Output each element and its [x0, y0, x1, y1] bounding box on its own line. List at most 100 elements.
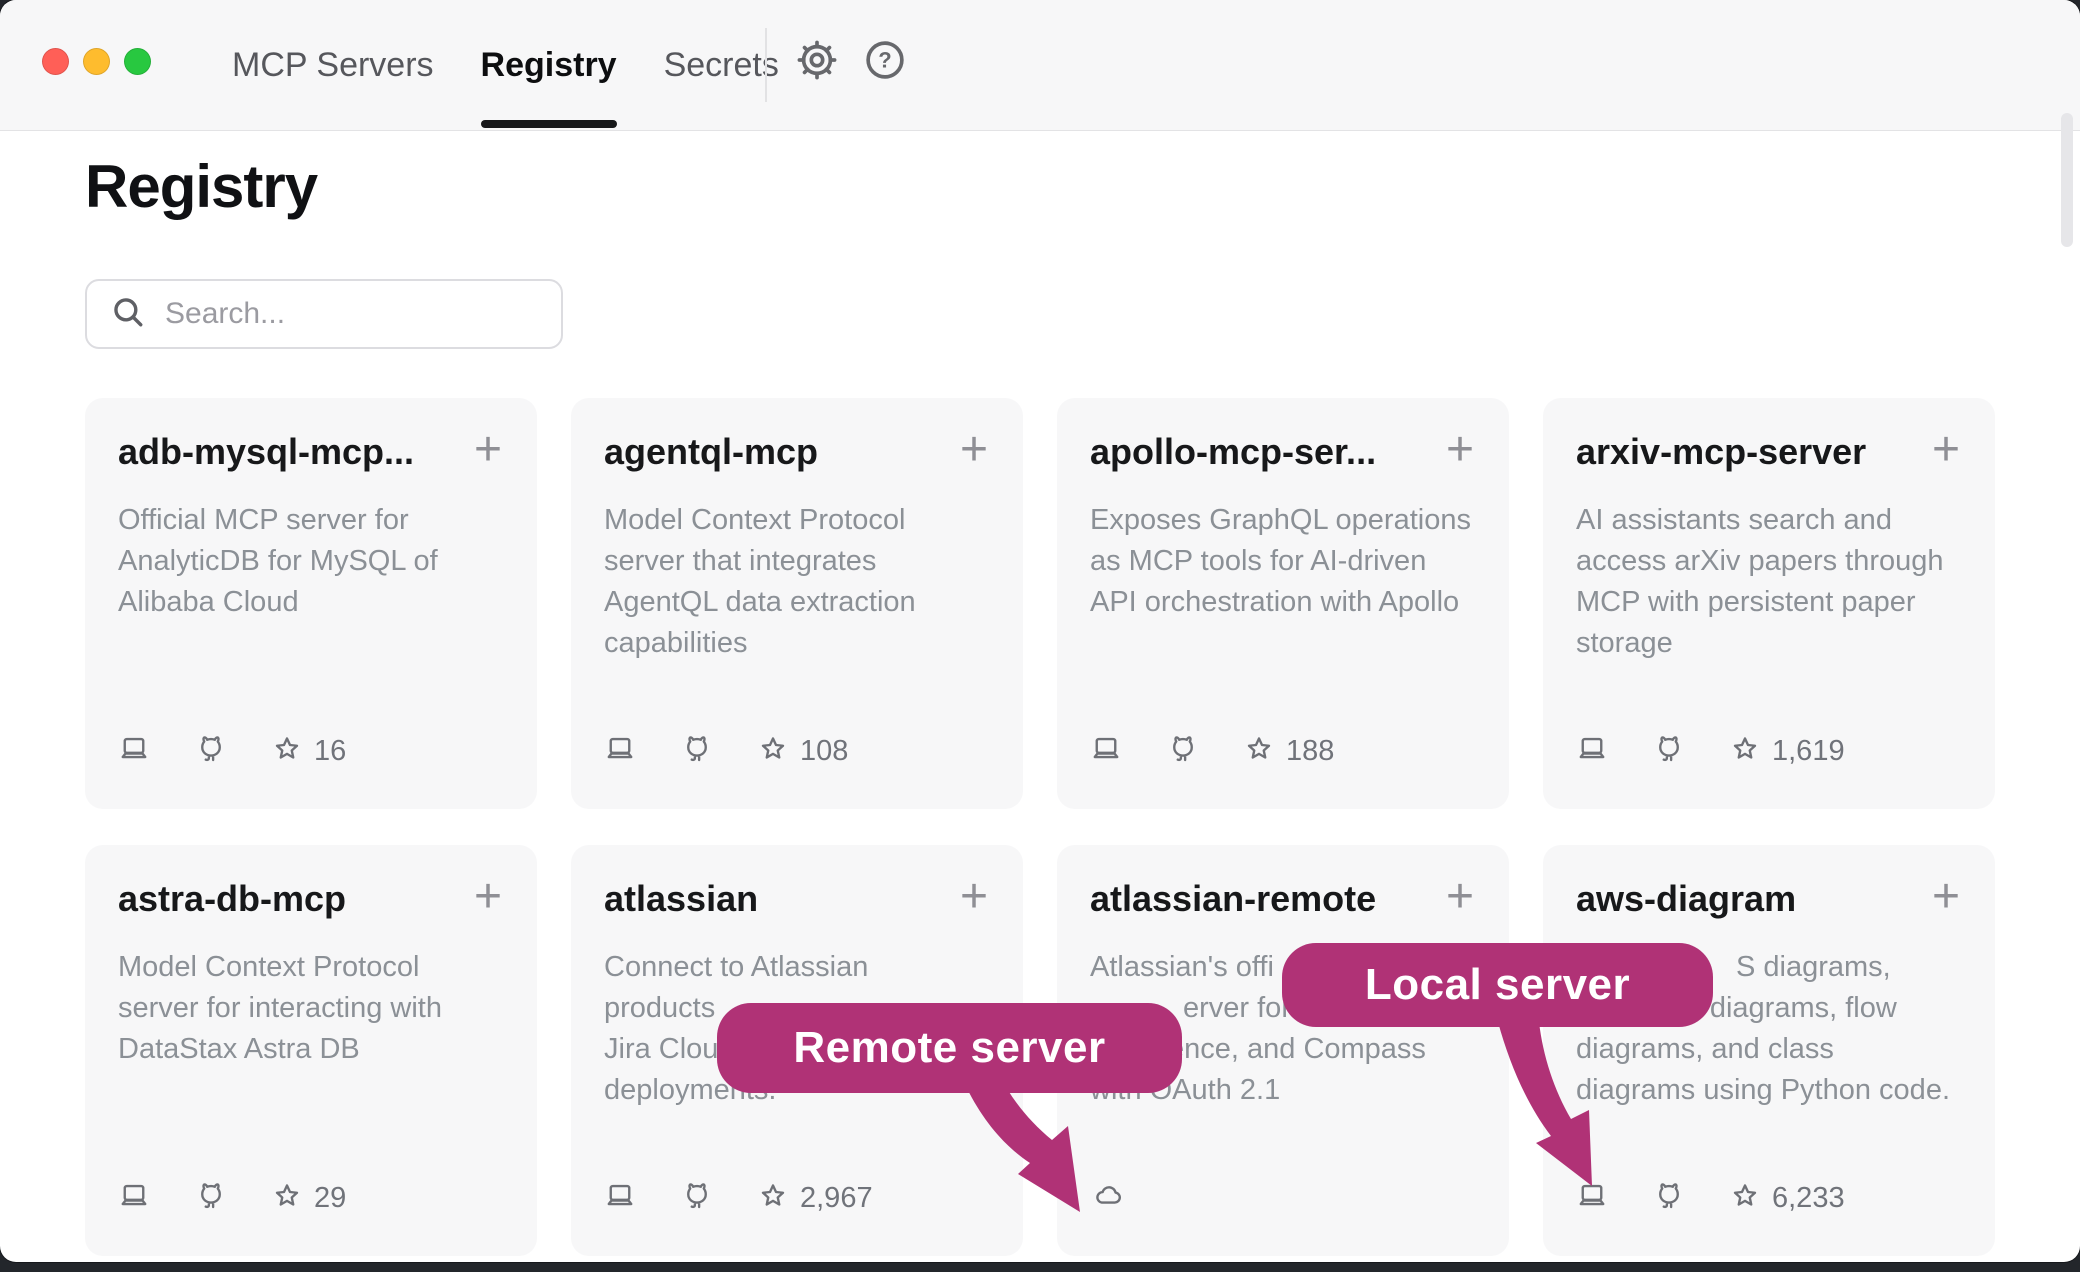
cloud-icon	[1090, 1181, 1126, 1216]
server-description: Exposes GraphQL operations as MCP tools …	[1090, 500, 1476, 623]
laptop-icon	[604, 734, 636, 769]
description-line: AgentQL data extraction	[604, 582, 990, 623]
description-line: Model Context Protocol	[604, 500, 990, 541]
add-server-button[interactable]: +	[1930, 875, 1962, 919]
description-line: server that integrates	[604, 541, 990, 582]
add-server-button[interactable]: +	[1930, 428, 1962, 472]
title-bar: MCP Servers Registry Secrets	[0, 0, 2080, 131]
server-card-footer: 2,967	[604, 1182, 990, 1214]
zoom-button[interactable]	[124, 48, 151, 75]
server-card-footer: 188	[1090, 735, 1476, 767]
github-icon	[682, 734, 712, 769]
star-count: 1,619	[1772, 735, 1845, 768]
server-description: AI assistants search and access arXiv pa…	[1576, 500, 1962, 664]
server-card-atlassian-remote[interactable]: atlassian-remote + Atlassian's offi erve…	[1057, 845, 1509, 1256]
laptop-icon	[1576, 734, 1608, 769]
server-name: atlassian-remote	[1090, 873, 1376, 925]
description-line: AI assistants search and	[1576, 500, 1962, 541]
server-card-astra-db-mcp[interactable]: astra-db-mcp + Model Context Protocol se…	[85, 845, 537, 1256]
server-name: adb-mysql-mcp...	[118, 426, 414, 478]
description-line: Jira Clou	[604, 1029, 990, 1070]
server-card-adb-mysql-mcp[interactable]: adb-mysql-mcp... + Official MCP server f…	[85, 398, 537, 809]
github-icon	[1654, 1181, 1684, 1216]
laptop-icon	[118, 734, 150, 769]
minimize-button[interactable]	[83, 48, 110, 75]
description-line: Official MCP server for	[118, 500, 504, 541]
server-card-atlassian[interactable]: atlassian + Connect to Atlassian product…	[571, 845, 1023, 1256]
star-icon	[1244, 734, 1274, 769]
star-icon	[1730, 734, 1760, 769]
laptop-icon	[604, 1181, 636, 1216]
search-input[interactable]	[165, 297, 551, 331]
description-line: with OAuth 2.1	[1090, 1070, 1476, 1111]
star-icon	[758, 734, 788, 769]
tab-secrets[interactable]: Secrets	[664, 0, 779, 131]
add-server-button[interactable]: +	[1444, 875, 1476, 919]
description-line: sequence diagrams, flow	[1576, 988, 1962, 1029]
star-count: 2,967	[800, 1182, 873, 1215]
add-server-button[interactable]: +	[958, 428, 990, 472]
star-count: 29	[314, 1182, 346, 1215]
github-icon	[196, 734, 226, 769]
server-card-apollo-mcp-server[interactable]: apollo-mcp-ser... + Exposes GraphQL oper…	[1057, 398, 1509, 809]
close-button[interactable]	[42, 48, 69, 75]
star-count: 188	[1286, 735, 1334, 768]
description-line: S diagrams,	[1736, 947, 1962, 988]
server-card-footer: 108	[604, 735, 990, 767]
description-line: products	[604, 988, 990, 1029]
add-server-button[interactable]: +	[472, 428, 504, 472]
settings-button[interactable]	[793, 37, 841, 85]
description-line: Model Context Protocol	[118, 947, 504, 988]
server-description: Official MCP server for AnalyticDB for M…	[118, 500, 504, 623]
add-server-button[interactable]: +	[1444, 428, 1476, 472]
search-icon	[111, 295, 145, 334]
description-line: ence, and Compass	[1168, 1029, 1476, 1070]
page-title: Registry	[85, 152, 317, 221]
svg-text:?: ?	[878, 47, 891, 72]
description-line: diagrams, and class	[1576, 1029, 1962, 1070]
server-card-footer	[1090, 1182, 1476, 1214]
server-card-footer: 1,619	[1576, 735, 1962, 767]
star-count: 108	[800, 735, 848, 768]
tab-bar: MCP Servers Registry Secrets	[232, 0, 779, 131]
description-line: API orchestration with Apollo	[1090, 582, 1476, 623]
description-line: as MCP tools for AI-driven	[1090, 541, 1476, 582]
tab-mcp-servers[interactable]: MCP Servers	[232, 0, 434, 131]
github-icon	[1168, 734, 1198, 769]
server-name: aws-diagram	[1576, 873, 1796, 925]
server-description: Connect to Atlassian products Jira Clou …	[604, 947, 990, 1111]
description-line: capabilities	[604, 623, 990, 664]
tab-registry[interactable]: Registry	[481, 0, 617, 131]
server-card-footer: 6,233	[1576, 1182, 1962, 1214]
server-name: agentql-mcp	[604, 426, 818, 478]
server-name: arxiv-mcp-server	[1576, 426, 1866, 478]
description-line: Exposes GraphQL operations	[1090, 500, 1476, 541]
server-card-arxiv-mcp-server[interactable]: arxiv-mcp-server + AI assistants search …	[1543, 398, 1995, 809]
add-server-button[interactable]: +	[472, 875, 504, 919]
add-server-button[interactable]: +	[958, 875, 990, 919]
star-icon	[1730, 1181, 1760, 1216]
star-count: 16	[314, 735, 346, 768]
server-card-aws-diagram[interactable]: aws-diagram + S diagrams, sequence diagr…	[1543, 845, 1995, 1256]
description-line: Atlassian's offi	[1090, 947, 1476, 988]
traffic-lights	[42, 48, 151, 75]
help-icon: ?	[863, 38, 907, 85]
gear-icon	[795, 38, 839, 85]
description-line: server for interacting with	[118, 988, 504, 1029]
description-line: storage	[1576, 623, 1962, 664]
scrollbar-thumb[interactable]	[2061, 113, 2073, 247]
github-icon	[1654, 734, 1684, 769]
description-line: deployments.	[604, 1070, 990, 1111]
server-card-agentql-mcp[interactable]: agentql-mcp + Model Context Protocol ser…	[571, 398, 1023, 809]
description-line: Connect to Atlassian	[604, 947, 990, 988]
description-line: erver for Jira,	[1183, 988, 1476, 1029]
star-icon	[272, 734, 302, 769]
description-line: Alibaba Cloud	[118, 582, 504, 623]
help-button[interactable]: ?	[861, 37, 909, 85]
server-card-footer: 29	[118, 1182, 504, 1214]
server-card-footer: 16	[118, 735, 504, 767]
laptop-icon	[1090, 734, 1122, 769]
laptop-icon	[118, 1181, 150, 1216]
description-line: access arXiv papers through	[1576, 541, 1962, 582]
search-box	[85, 279, 563, 349]
